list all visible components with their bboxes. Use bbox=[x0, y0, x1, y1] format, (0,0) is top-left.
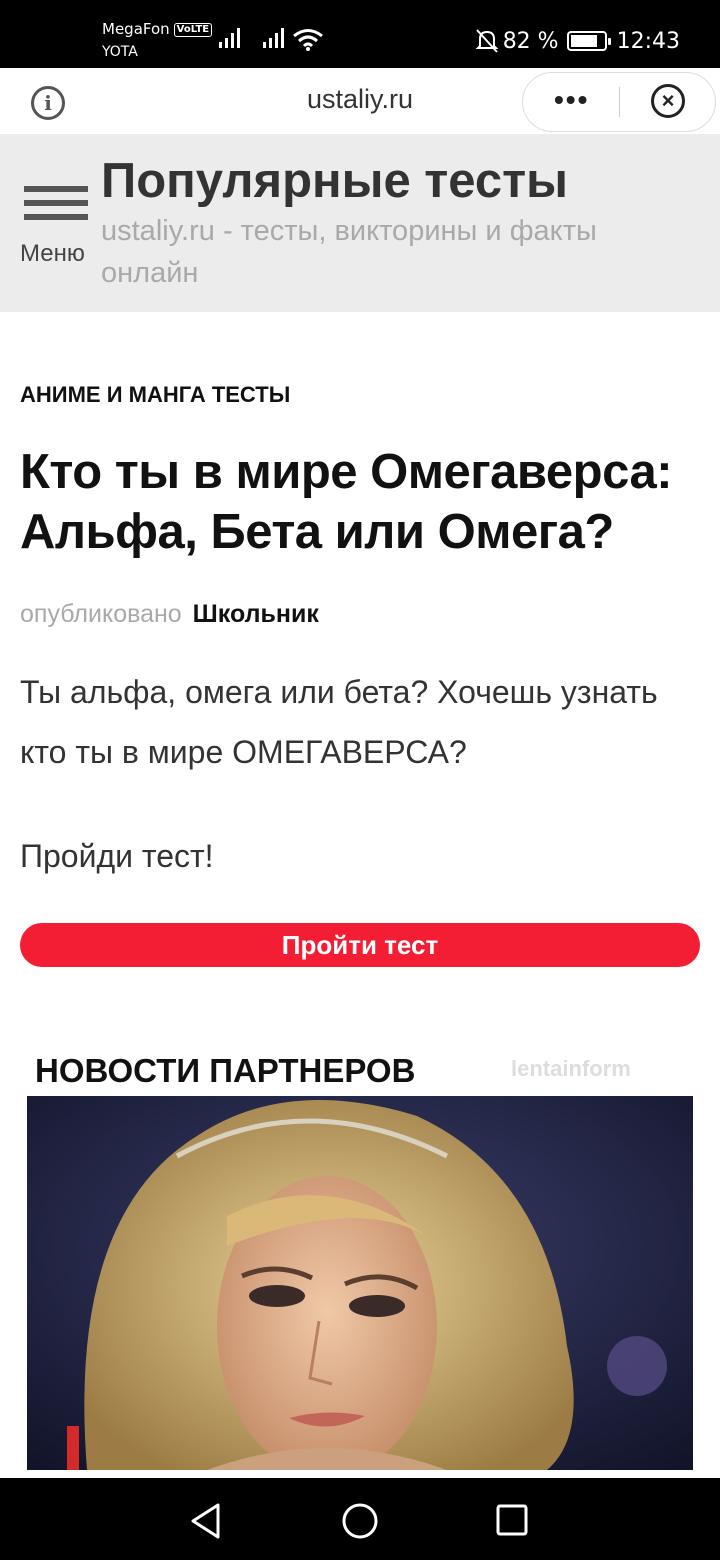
partners-title: НОВОСТИ ПАРТНЕРОВ bbox=[35, 1052, 416, 1089]
article-title: Кто ты в мире Омегаверса: Альфа, Бета ил… bbox=[20, 445, 673, 559]
clock: 12:43 bbox=[616, 28, 680, 54]
capsule-divider bbox=[619, 87, 620, 117]
byline-prefix: опубликовано bbox=[20, 600, 182, 628]
start-test-button[interactable]: Пройти тест bbox=[20, 923, 700, 967]
more-icon[interactable]: ••• bbox=[554, 86, 589, 114]
site-title[interactable]: Популярные тесты bbox=[101, 152, 568, 210]
hamburger-line bbox=[24, 214, 88, 220]
carrier-secondary: YOTA bbox=[102, 44, 138, 60]
hamburger-line bbox=[24, 200, 88, 206]
article-cta: Пройди тест! bbox=[20, 838, 214, 874]
article-intro: Ты альфа, омега или бета? Хочешь узнать … bbox=[20, 674, 658, 770]
home-icon[interactable] bbox=[341, 1502, 379, 1540]
carrier-primary: MegaFon VoLTE bbox=[102, 20, 213, 38]
battery-icon bbox=[566, 31, 611, 51]
hamburger-icon bbox=[24, 186, 88, 192]
wifi-icon bbox=[293, 29, 323, 51]
partners-brand-logo[interactable]: lentainform bbox=[511, 1056, 631, 1082]
byline: опубликовано Школьник bbox=[20, 600, 319, 629]
signal-icon bbox=[219, 28, 240, 48]
system-nav-bar bbox=[0, 1478, 720, 1560]
status-right: 82 % 12:43 bbox=[475, 28, 680, 54]
recents-icon[interactable] bbox=[495, 1503, 529, 1537]
category-link[interactable]: АНИМЕ И МАНГА ТЕСТЫ bbox=[20, 382, 290, 408]
carrier-name: MegaFon bbox=[102, 20, 170, 38]
partner-news-image[interactable] bbox=[27, 1096, 693, 1470]
author-link[interactable]: Школьник bbox=[193, 600, 319, 628]
back-icon[interactable] bbox=[188, 1502, 224, 1540]
menu-label[interactable]: Меню bbox=[20, 240, 85, 268]
site-subtitle: ustaliy.ru - тесты, викторины и факты он… bbox=[101, 215, 597, 289]
battery-percent: 82 % bbox=[502, 28, 559, 54]
mute-bell-icon bbox=[475, 29, 499, 53]
volte-badge: VoLTE bbox=[173, 23, 213, 37]
status-bar: MegaFon VoLTE YOTA 82 % 12:43 bbox=[0, 0, 720, 68]
signal-icon-2 bbox=[263, 28, 284, 48]
portrait-photo bbox=[27, 1096, 693, 1470]
close-icon[interactable]: × bbox=[651, 84, 685, 118]
battery-fill bbox=[570, 35, 597, 47]
